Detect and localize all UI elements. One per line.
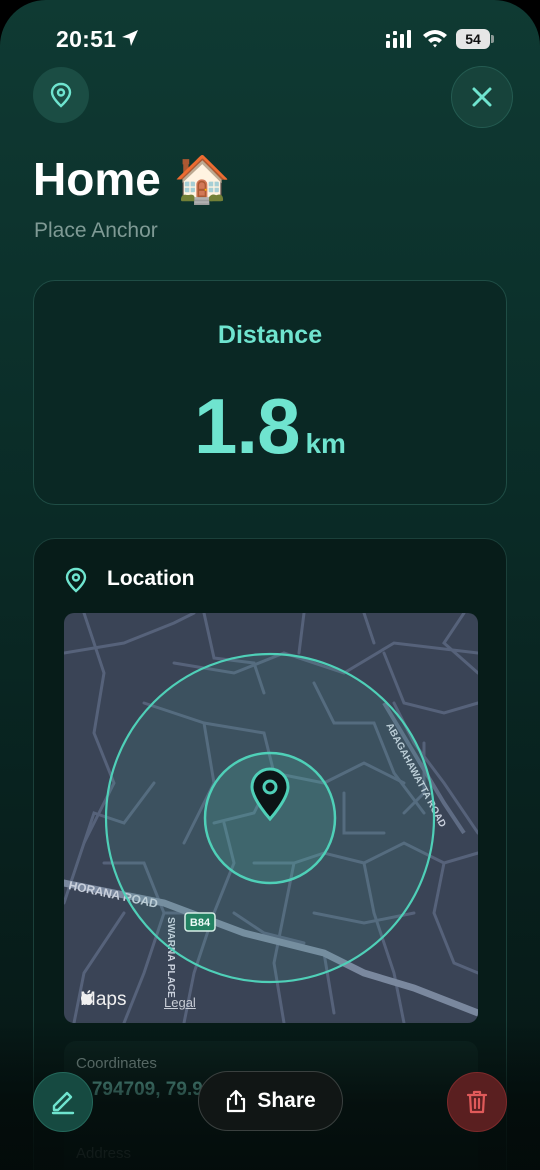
distance-label: Distance: [217, 321, 323, 349]
maps-attribution: Maps: [80, 989, 126, 1011]
page-title: Home 🏠: [33, 153, 231, 205]
distance-value: 1.8: [194, 382, 300, 470]
edit-button[interactable]: [33, 1072, 93, 1132]
coordinates-value[interactable]: 6.794709, 79.9: [76, 1079, 203, 1101]
location-arrow-icon: [122, 30, 138, 46]
apple-logo-icon: [81, 990, 93, 1005]
map-pin-icon: [50, 82, 72, 108]
share-button[interactable]: Share: [198, 1071, 343, 1131]
status-bar: 20:51 54: [0, 0, 540, 80]
coordinates-label: Coordinates: [76, 1055, 157, 1072]
trash-icon: [466, 1090, 488, 1114]
map-view[interactable]: HORANA ROAD ABAGAHAWATTA ROAD SWARNA PLA…: [64, 613, 478, 1023]
address-label: Address: [76, 1145, 132, 1162]
battery-icon: 54: [456, 29, 494, 49]
page-subtitle: Place Anchor: [34, 219, 158, 242]
location-heading: Location: [107, 567, 195, 590]
share-label: Share: [257, 1089, 316, 1112]
status-time: 20:51: [56, 26, 117, 52]
place-pin-button[interactable]: [33, 67, 89, 123]
battery-level: 54: [456, 29, 490, 49]
distance-unit: km: [305, 428, 346, 459]
share-icon: [227, 1089, 246, 1113]
place-detail-screen: 20:51 54 Home 🏠 Place Anchor Distance 1.…: [0, 0, 540, 1170]
map-roads: HORANA ROAD ABAGAHAWATTA ROAD SWARNA PLA…: [64, 613, 478, 1023]
legal-link[interactable]: Legal: [164, 995, 196, 1010]
delete-button[interactable]: [447, 1072, 507, 1132]
distance-card: Distance 1.8 km: [33, 280, 507, 505]
location-pin-icon: [65, 567, 87, 593]
close-icon: [472, 87, 492, 107]
cellular-signal-icon: [386, 30, 411, 48]
pencil-icon: [51, 1091, 75, 1115]
close-button[interactable]: [451, 66, 513, 128]
distance-readout: 1.8 km: [34, 381, 506, 472]
wifi-icon: [423, 30, 447, 48]
